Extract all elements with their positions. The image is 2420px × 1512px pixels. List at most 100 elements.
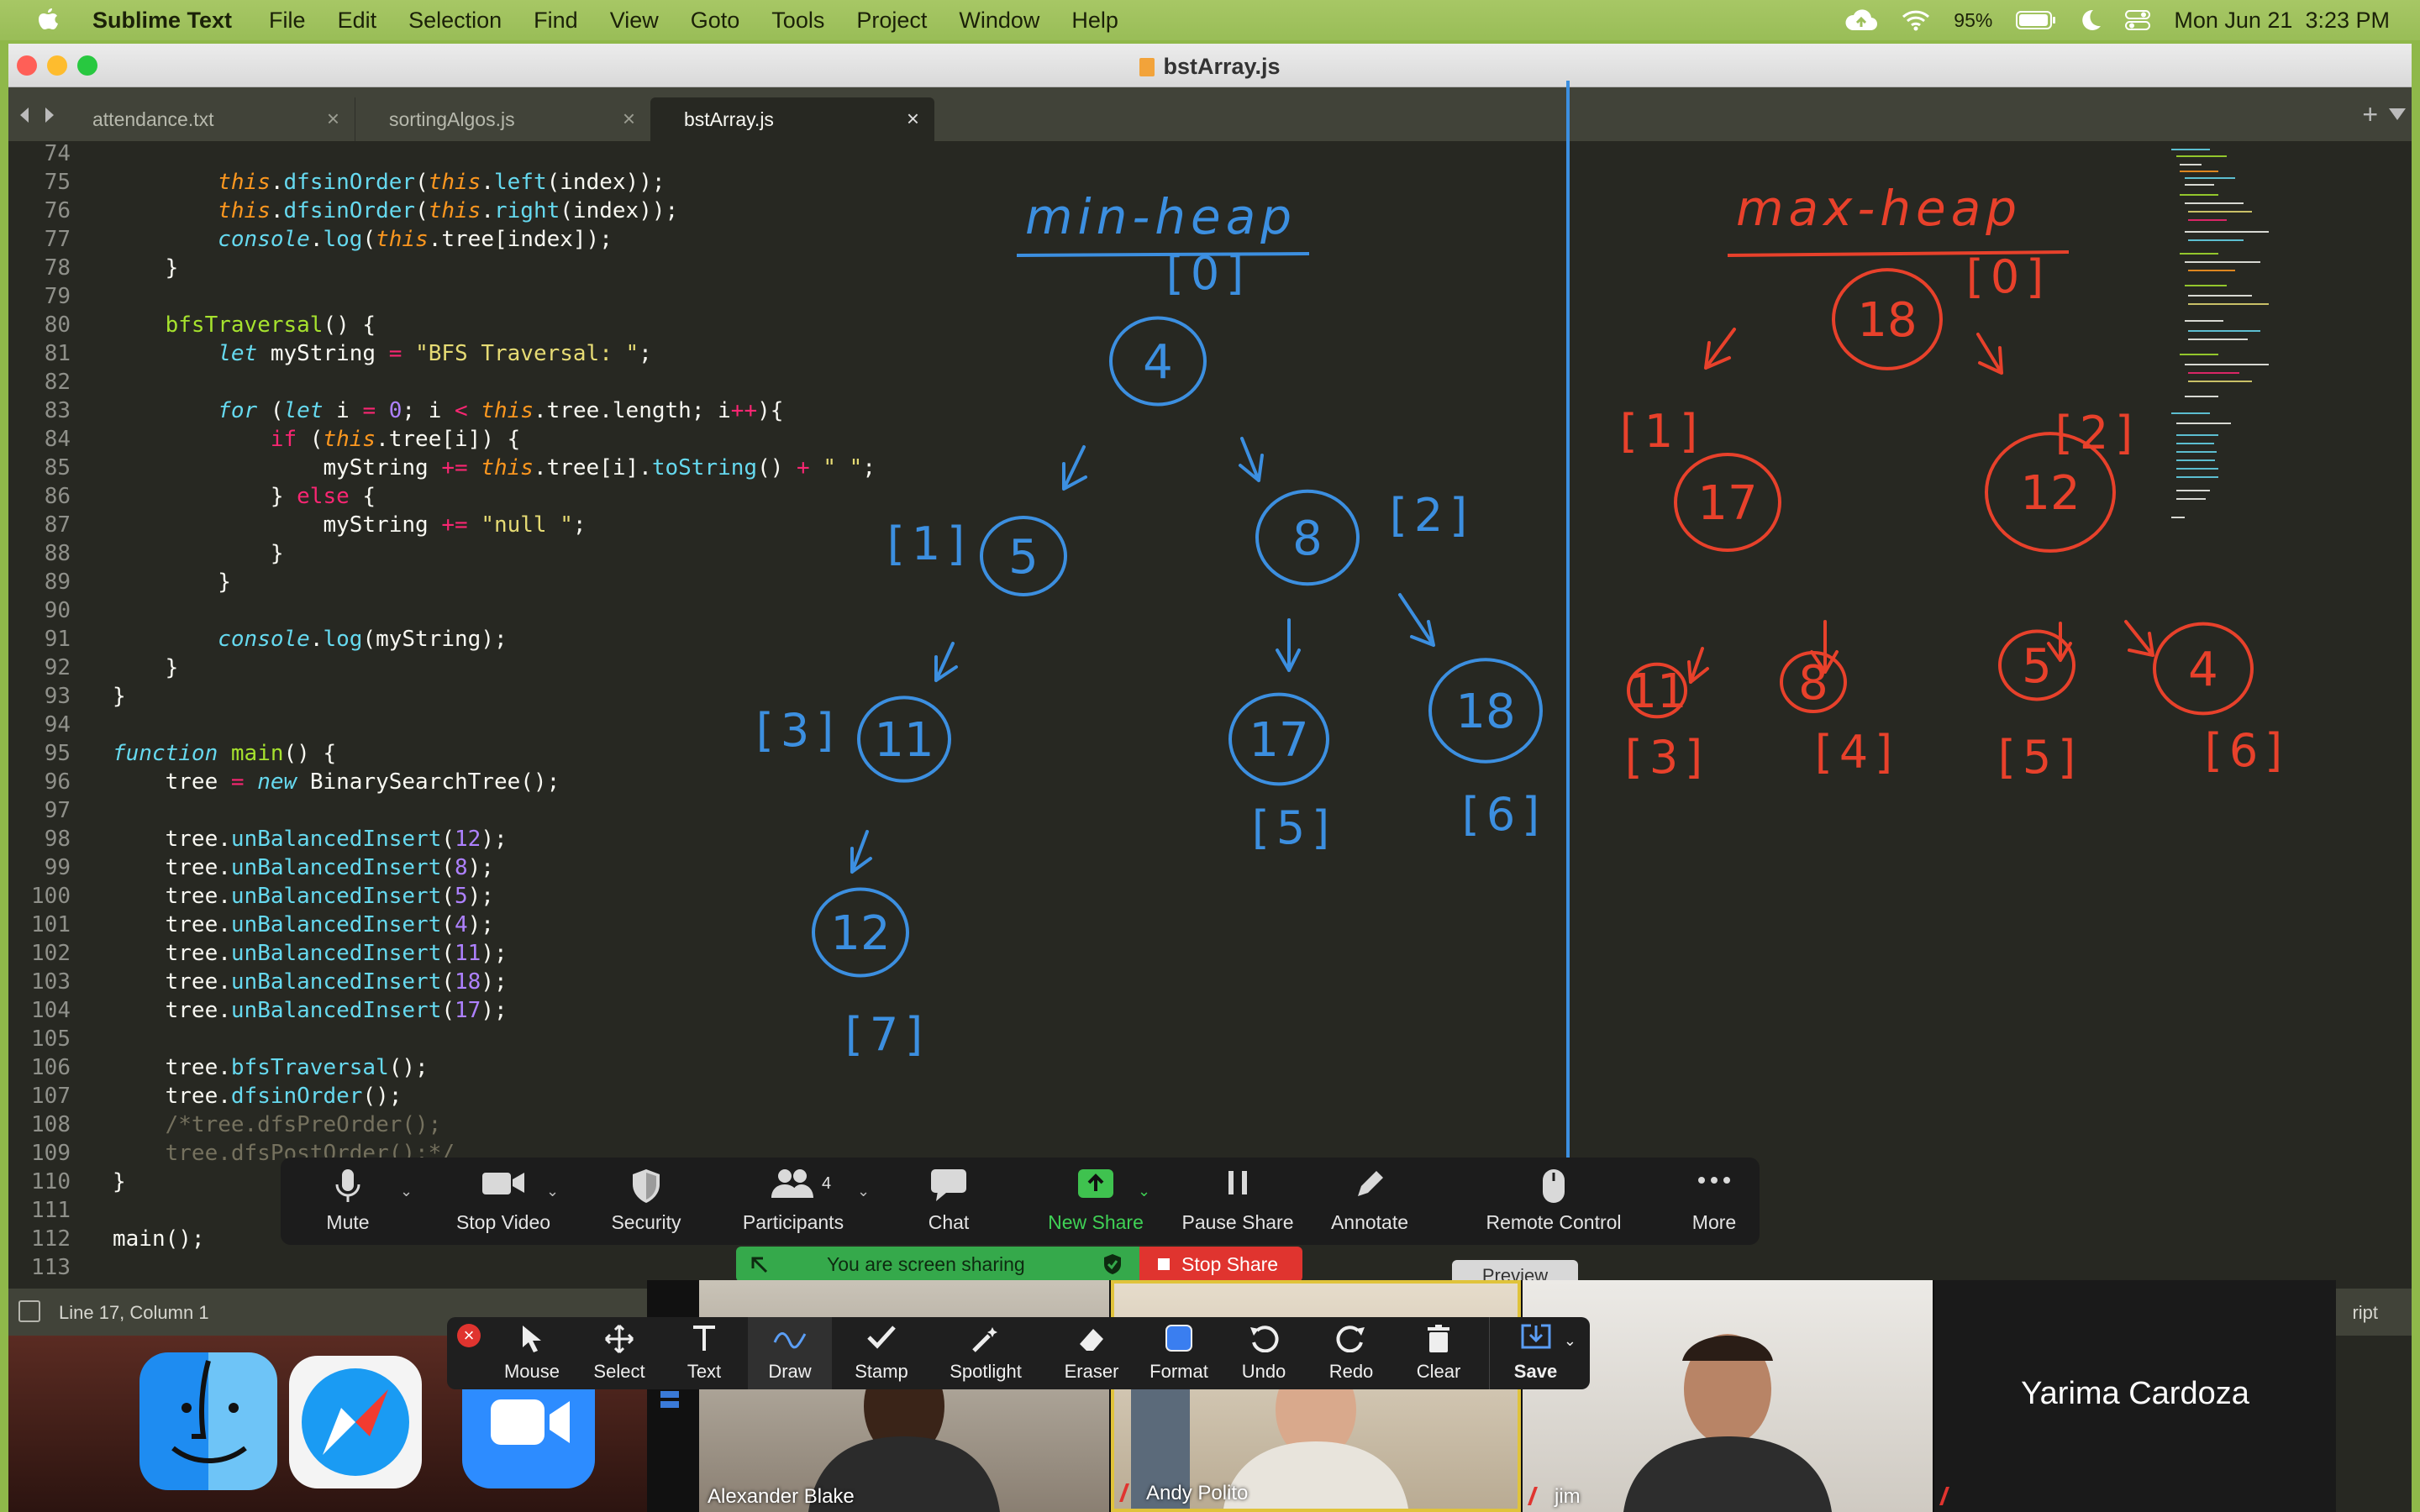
pause-share-button[interactable]: Pause Share xyxy=(1175,1158,1301,1245)
menu-find[interactable]: Find xyxy=(534,8,578,34)
code-line[interactable]: myString += this.tree[i].toString() + " … xyxy=(113,455,876,480)
menu-window[interactable]: Window xyxy=(959,8,1039,34)
more-button[interactable]: More xyxy=(1672,1158,1756,1245)
participants-button[interactable]: 4 Participants xyxy=(726,1158,860,1245)
battery-icon[interactable] xyxy=(2016,10,2056,30)
gallery-menu-icon[interactable] xyxy=(660,1391,679,1410)
code-line[interactable]: tree.unBalancedInsert(5); xyxy=(113,884,494,909)
draw-tool[interactable]: Draw xyxy=(748,1317,832,1389)
chat-button[interactable]: Chat xyxy=(902,1158,995,1245)
spotlight-tool[interactable]: Spotlight xyxy=(931,1317,1040,1389)
menu-selection[interactable]: Selection xyxy=(408,8,502,34)
text-tool[interactable]: Text xyxy=(662,1317,746,1389)
code-line[interactable]: } xyxy=(113,684,126,709)
menu-help[interactable]: Help xyxy=(1071,8,1118,34)
stop-share-button[interactable]: Stop Share xyxy=(1139,1247,1302,1282)
code-line[interactable]: tree.unBalancedInsert(17); xyxy=(113,998,508,1023)
code-line[interactable]: tree.unBalancedInsert(18); xyxy=(113,969,508,995)
code-line[interactable]: } xyxy=(113,1169,126,1194)
wifi-icon[interactable] xyxy=(1902,9,1930,31)
moon-icon[interactable] xyxy=(2080,8,2102,32)
new-share-button[interactable]: New Share xyxy=(1037,1158,1155,1245)
menubar-datetime[interactable]: Mon Jun 21 3:23 PM xyxy=(2174,8,2390,34)
video-options-chevron-icon[interactable]: ⌄ xyxy=(546,1183,559,1200)
syntax-selector[interactable]: ript xyxy=(2352,1302,2378,1324)
code-line[interactable]: } xyxy=(113,655,179,680)
remote-control-button[interactable]: Remote Control xyxy=(1457,1158,1650,1245)
code-line[interactable]: console.log(myString); xyxy=(113,627,507,652)
new-tab-icon[interactable]: + xyxy=(2362,99,2378,130)
sharing-status[interactable]: You are screen sharing xyxy=(736,1247,1139,1282)
code-line[interactable]: tree.dfsinOrder(); xyxy=(113,1084,402,1109)
menu-app-name[interactable]: Sublime Text xyxy=(92,8,232,34)
annotate-button[interactable]: Annotate xyxy=(1319,1158,1420,1245)
finder-icon[interactable] xyxy=(139,1352,277,1490)
code-line[interactable]: } else { xyxy=(113,484,376,509)
cloud-upload-icon[interactable] xyxy=(1844,8,1878,32)
control-center-icon[interactable] xyxy=(2125,9,2151,31)
panel-toggle-icon[interactable] xyxy=(18,1300,40,1322)
menu-project[interactable]: Project xyxy=(856,8,927,34)
tab-back-icon[interactable] xyxy=(17,106,34,124)
code-line[interactable]: tree = new BinarySearchTree(); xyxy=(113,769,560,795)
save-tool[interactable]: Save ⌄ xyxy=(1489,1317,1581,1389)
menu-goto[interactable]: Goto xyxy=(691,8,740,34)
code-line[interactable]: tree.bfsTraversal(); xyxy=(113,1055,429,1080)
participant-video-tile[interactable]: Yarima Cardoza xyxy=(1934,1280,2336,1512)
select-tool[interactable]: Select xyxy=(573,1317,666,1389)
code-line[interactable]: /*tree.dfsPreOrder(); xyxy=(113,1112,442,1137)
line-number: 84 xyxy=(44,427,71,452)
tab-sorting-algos[interactable]: sortingAlgos.js × xyxy=(355,97,650,141)
participants-chevron-icon[interactable]: ⌄ xyxy=(857,1183,870,1200)
code-line[interactable]: } xyxy=(113,541,284,566)
safari-icon[interactable] xyxy=(289,1356,422,1488)
participant-video-tile[interactable]: Alexander Blake xyxy=(699,1280,1109,1512)
tab-bst-array[interactable]: bstArray.js × xyxy=(650,97,934,141)
code-editor[interactable]: 74 75 76 77 78 79 80 81 82 83 84 85 86 8… xyxy=(8,141,1571,1289)
share-options-chevron-icon[interactable]: ⌄ xyxy=(1138,1183,1150,1200)
audio-options-chevron-icon[interactable]: ⌄ xyxy=(400,1183,413,1200)
code-line[interactable]: } xyxy=(113,255,179,281)
menu-view[interactable]: View xyxy=(610,8,659,34)
code-line[interactable]: tree.unBalancedInsert(12); xyxy=(113,827,508,852)
code-line[interactable]: console.log(this.tree[index]); xyxy=(113,227,613,252)
code-line[interactable]: tree.unBalancedInsert(8); xyxy=(113,855,494,880)
menu-tools[interactable]: Tools xyxy=(771,8,824,34)
code-line[interactable]: tree.unBalancedInsert(11); xyxy=(113,941,508,966)
code-line[interactable]: } xyxy=(113,570,231,595)
menu-edit[interactable]: Edit xyxy=(338,8,377,34)
redo-tool[interactable]: Redo xyxy=(1309,1317,1393,1389)
tab-attendance[interactable]: attendance.txt × xyxy=(59,97,355,141)
tab-close-icon[interactable]: × xyxy=(907,106,919,132)
code-line[interactable]: function main() { xyxy=(113,741,336,766)
save-options-chevron-icon[interactable]: ⌄ xyxy=(1564,1332,1576,1350)
undo-tool[interactable]: Undo xyxy=(1222,1317,1306,1389)
close-annotation-icon[interactable]: × xyxy=(457,1324,481,1347)
participant-video-tile[interactable]: jim xyxy=(1523,1280,1933,1512)
minimap[interactable] xyxy=(2168,144,2286,581)
code-line[interactable]: this.dfsinOrder(this.right(index)); xyxy=(113,198,678,223)
tab-menu-icon[interactable] xyxy=(2388,108,2407,121)
menu-file[interactable]: File xyxy=(269,8,306,34)
format-tool[interactable]: Format xyxy=(1133,1317,1225,1389)
code-line[interactable]: main(); xyxy=(113,1226,205,1252)
apple-logo-icon[interactable] xyxy=(37,8,59,33)
eraser-tool[interactable]: Eraser xyxy=(1045,1317,1138,1389)
mute-button[interactable]: Mute xyxy=(297,1158,398,1245)
tab-close-icon[interactable]: × xyxy=(327,106,339,132)
code-line[interactable]: let myString = "BFS Traversal: "; xyxy=(113,341,652,366)
code-line[interactable]: bfsTraversal() { xyxy=(113,312,376,338)
security-button[interactable]: Security xyxy=(592,1158,701,1245)
tab-forward-icon[interactable] xyxy=(40,106,57,124)
code-line[interactable]: myString += "null "; xyxy=(113,512,586,538)
code-line[interactable]: if (this.tree[i]) { xyxy=(113,427,520,452)
clear-tool[interactable]: Clear xyxy=(1397,1317,1481,1389)
tab-close-icon[interactable]: × xyxy=(623,106,635,132)
stop-video-button[interactable]: Stop Video xyxy=(440,1158,566,1245)
code-line[interactable]: for (let i = 0; i < this.tree.length; i+… xyxy=(113,398,783,423)
code-line[interactable]: tree.unBalancedInsert(4); xyxy=(113,912,494,937)
mouse-tool[interactable]: Mouse xyxy=(486,1317,578,1389)
participant-video-tile[interactable]: Andy Polito xyxy=(1111,1280,1521,1512)
stamp-tool[interactable]: Stamp xyxy=(835,1317,928,1389)
code-line[interactable]: this.dfsinOrder(this.left(index)); xyxy=(113,170,665,195)
